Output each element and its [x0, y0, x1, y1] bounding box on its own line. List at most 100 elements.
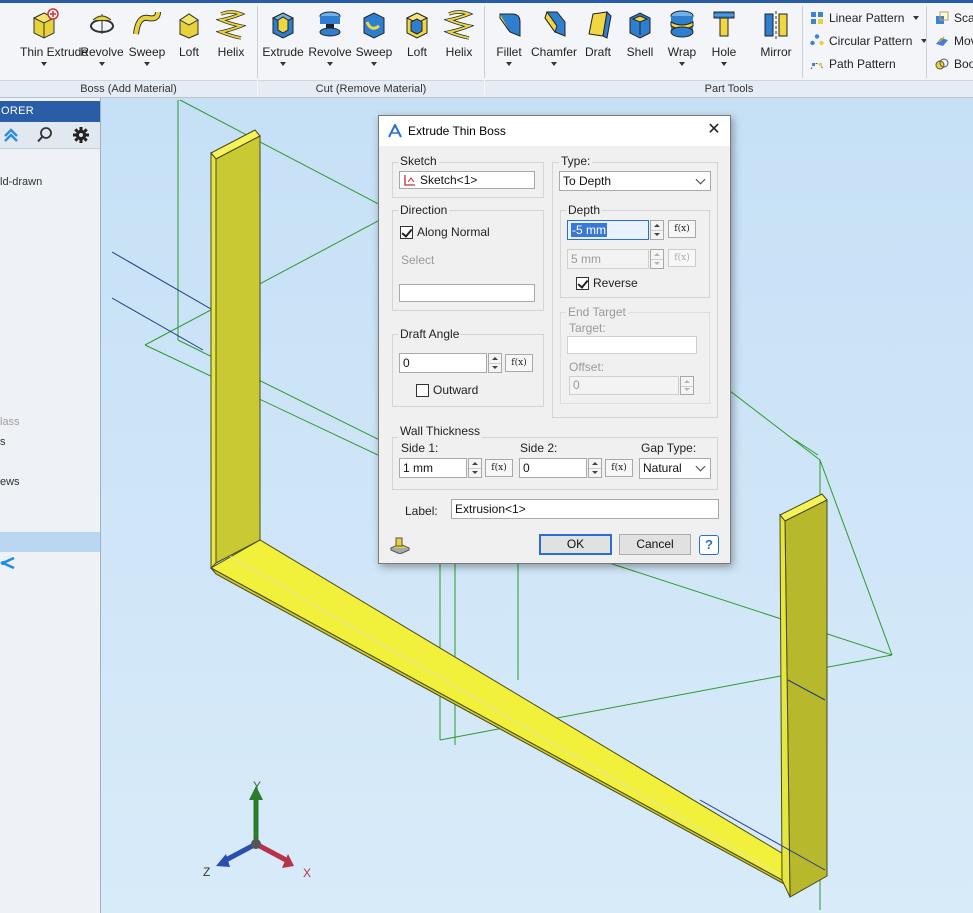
- loft-boss-button[interactable]: Loft: [165, 8, 213, 59]
- dialog-title-bar[interactable]: Extrude Thin Boss ✕: [379, 116, 730, 146]
- draft-angle-spinner[interactable]: [488, 353, 502, 373]
- loft-boss-icon: [178, 13, 200, 39]
- explorer-selected-row[interactable]: [0, 532, 100, 552]
- ribbon-toolbar: Thin Extrude Revolve Sweep Loft Helix Extrud…: [0, 0, 973, 98]
- type-dropdown[interactable]: To Depth: [559, 171, 711, 191]
- type-value: To Depth: [563, 174, 612, 188]
- explorer-item[interactable]: s: [0, 436, 6, 448]
- circular-pattern-button[interactable]: Circular Pattern: [810, 31, 928, 51]
- side1-fx-button[interactable]: f(x): [485, 459, 513, 477]
- ok-button[interactable]: OK: [539, 534, 612, 555]
- circular-pattern-icon: [810, 34, 824, 46]
- side2-label: Side 2:: [520, 441, 558, 455]
- search-icon[interactable]: [36, 126, 54, 144]
- linear-pattern-icon: [811, 12, 823, 24]
- help-button[interactable]: ?: [699, 535, 719, 555]
- depth2-fx-button[interactable]: f(x): [668, 249, 696, 267]
- side1-spinner[interactable]: [468, 458, 482, 478]
- chevron-down-icon: [913, 16, 920, 20]
- share-arrow-icon[interactable]: [0, 556, 16, 570]
- close-button[interactable]: ✕: [706, 122, 722, 138]
- offset-spinner[interactable]: [680, 376, 694, 395]
- revolve-cut-button[interactable]: Revolve: [306, 8, 354, 66]
- side2-fx-button[interactable]: f(x): [605, 459, 633, 477]
- depth2-input[interactable]: 5 mm: [567, 249, 649, 269]
- target-field[interactable]: [567, 336, 697, 354]
- sweep-cut-button[interactable]: Sweep: [350, 8, 398, 66]
- fillet-icon: [499, 13, 521, 37]
- mirror-button[interactable]: Mirror: [752, 8, 800, 59]
- x-axis-label: X: [303, 866, 311, 880]
- sketch-field[interactable]: Sketch<1>: [399, 171, 535, 189]
- extrude-cut-button[interactable]: Extrude: [259, 8, 307, 66]
- depth-spinner[interactable]: [650, 220, 664, 240]
- sketch-legend: Sketch: [398, 154, 439, 168]
- sweep-boss-button[interactable]: Sweep: [123, 8, 171, 66]
- chevron-down-icon: [506, 62, 512, 66]
- z-axis-label: Z: [203, 865, 210, 879]
- revolve-boss-button[interactable]: Revolve: [78, 8, 126, 66]
- sweep-boss-label: Sweep: [128, 45, 166, 59]
- axis-triad: Y Z X: [203, 779, 311, 880]
- chamfer-button[interactable]: Chamfer: [530, 8, 578, 66]
- side2-spinner[interactable]: [588, 458, 602, 478]
- explorer-item[interactable]: ld-drawn: [0, 176, 42, 188]
- ribbon-accent-line: [0, 0, 973, 3]
- extrude-preview-icon[interactable]: [389, 534, 411, 554]
- wrap-button[interactable]: Wrap: [658, 8, 706, 66]
- sweep-cut-label: Sweep: [355, 45, 393, 59]
- side2-input[interactable]: 0: [519, 458, 587, 478]
- linear-pattern-button[interactable]: Linear Pattern: [810, 8, 920, 28]
- shell-button[interactable]: Shell: [616, 8, 664, 59]
- wrap-icon: [670, 10, 694, 38]
- draft-angle-fx-button[interactable]: f(x): [505, 354, 533, 372]
- helix-boss-button[interactable]: Helix: [207, 8, 255, 59]
- direction-select-field[interactable]: [399, 284, 535, 302]
- reverse-checkbox[interactable]: [576, 277, 589, 290]
- target-label: Target:: [569, 321, 606, 335]
- draft-label: Draft: [584, 45, 611, 59]
- reverse-label: Reverse: [593, 276, 638, 290]
- side1-input[interactable]: 1 mm: [399, 458, 467, 478]
- select-label: Select: [401, 253, 435, 267]
- extrude-thin-boss-dialog: Extrude Thin Boss ✕ Sketch Sketch<1> Dir…: [378, 115, 731, 564]
- sweep-boss-icon: [133, 11, 161, 35]
- draft-button[interactable]: Draft: [574, 8, 622, 59]
- path-pattern-button[interactable]: Path Pattern: [810, 54, 896, 74]
- y-axis-label: Y: [253, 779, 261, 793]
- chevron-down-icon: [99, 62, 105, 66]
- draft-angle-input[interactable]: 0: [399, 353, 487, 373]
- shell-label: Shell: [626, 45, 654, 59]
- draft-icon: [588, 10, 612, 39]
- explorer-item[interactable]: lass: [0, 416, 20, 428]
- gear-icon[interactable]: [72, 126, 90, 144]
- depth-input[interactable]: -5 mm: [567, 220, 649, 240]
- group-label-boss: Boss (Add Material): [0, 80, 257, 97]
- shell-icon: [629, 12, 651, 39]
- gap-type-dropdown[interactable]: Natural: [639, 458, 711, 479]
- fillet-button[interactable]: Fillet: [485, 8, 533, 66]
- side1-label: Side 1:: [401, 441, 439, 455]
- move-button[interactable]: Mov: [935, 31, 973, 51]
- offset-input[interactable]: 0: [569, 376, 679, 395]
- collapse-up-icon[interactable]: [2, 126, 20, 144]
- scale-button[interactable]: Sca: [935, 8, 973, 28]
- wrap-label: Wrap: [667, 45, 697, 59]
- draft-angle-legend: Draft Angle: [398, 327, 462, 341]
- chevron-down-icon: [41, 62, 47, 66]
- boolean-button[interactable]: Boo: [935, 54, 973, 74]
- loft-cut-button[interactable]: Loft: [393, 8, 441, 59]
- helix-cut-button[interactable]: Helix: [435, 8, 483, 59]
- outward-checkbox[interactable]: [416, 384, 429, 397]
- cancel-button[interactable]: Cancel: [619, 534, 691, 555]
- outward-label: Outward: [433, 383, 479, 397]
- thin-extrude-button[interactable]: Thin Extrude: [20, 8, 88, 66]
- explorer-item[interactable]: ews: [0, 476, 20, 488]
- chamfer-label: Chamfer: [530, 45, 577, 59]
- along-normal-checkbox[interactable]: [400, 226, 413, 239]
- chevron-down-icon: [371, 62, 377, 66]
- hole-button[interactable]: Hole: [700, 8, 748, 66]
- depth2-spinner[interactable]: [650, 249, 664, 269]
- label-input[interactable]: Extrusion<1>: [451, 499, 719, 519]
- depth-fx-button[interactable]: f(x): [668, 220, 696, 238]
